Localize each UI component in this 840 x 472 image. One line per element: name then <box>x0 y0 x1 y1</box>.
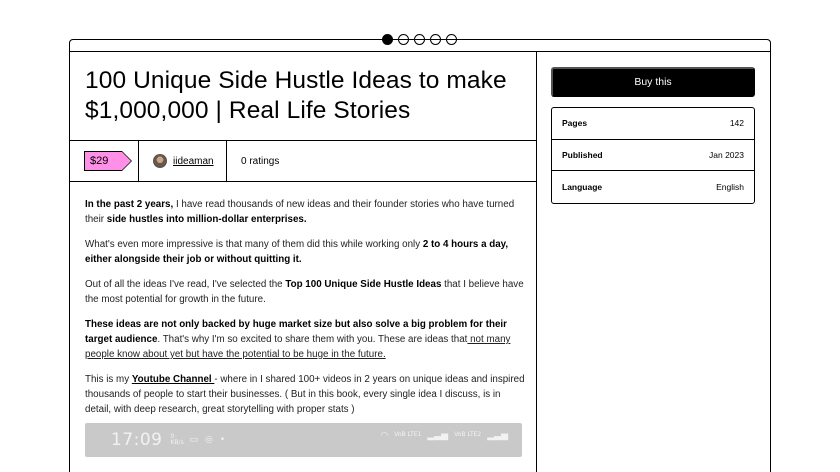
product-info-table: Pages 142 Published Jan 2023 Language En… <box>551 107 755 204</box>
price-label: $29 <box>90 155 109 167</box>
net-speed: 0 KB/s <box>170 433 184 446</box>
info-key: Published <box>562 149 603 160</box>
description-paragraph: These ideas are not only backed by huge … <box>85 317 525 362</box>
info-value: English <box>716 181 744 192</box>
info-key: Pages <box>562 118 588 129</box>
author-link[interactable]: iideaman <box>173 156 214 167</box>
info-value: 142 <box>729 118 744 129</box>
ratings-count: 0 ratings <box>241 155 280 167</box>
status-icons: 0 KB/s ▭ ◎ • <box>171 434 226 446</box>
product-description: In the past 2 years, I have read thousan… <box>85 197 525 427</box>
signal-icon: ▂▃▅ <box>427 431 449 441</box>
price-cell: $29 <box>70 141 139 181</box>
avatar <box>153 154 167 168</box>
divider <box>70 51 770 52</box>
phone-time: 17:09 <box>111 430 163 450</box>
carrier-1: VoB LTE1 <box>394 431 422 438</box>
description-paragraph: In the past 2 years, I have read thousan… <box>85 197 525 227</box>
description-paragraph: This is my Youtube Channel - where in I … <box>85 372 525 417</box>
description-paragraph: Out of all the ideas I've read, I've sel… <box>85 277 525 307</box>
text: What's even more impressive is that many… <box>85 239 423 250</box>
info-row-pages: Pages 142 <box>552 108 754 140</box>
info-row-published: Published Jan 2023 <box>552 140 754 171</box>
youtube-channel-link[interactable]: Youtube Channel <box>132 374 215 385</box>
author-cell: iideaman <box>139 141 227 181</box>
info-value: Jan 2023 <box>709 149 744 160</box>
product-title: 100 Unique Side Hustle Ideas to make $1,… <box>85 67 507 124</box>
carrier-2: VoB LTE2 <box>454 431 482 438</box>
text: . That's why I'm so excited to share the… <box>157 334 468 345</box>
buy-button[interactable]: Buy this <box>551 67 755 97</box>
signal-icon: ▂▃▅ <box>487 431 508 441</box>
wifi-icon: ◠ <box>380 431 389 441</box>
preview-image: 17:09 0 KB/s ▭ ◎ • ◠ VoB LTE1 ▂▃▅ VoB LT… <box>85 423 522 457</box>
price-badge: $29 <box>84 151 132 171</box>
divider <box>536 51 537 472</box>
info-key: Language <box>562 181 603 192</box>
text: This is my <box>85 374 132 385</box>
product-meta-row: $29 iideaman 0 ratings <box>70 140 536 182</box>
dot-icon: • <box>219 435 226 445</box>
description-paragraph: What's even more impressive is that many… <box>85 237 525 267</box>
bold-text: Top 100 Unique Side Hustle Ideas <box>285 279 442 290</box>
gallery-icon: ▭ <box>189 435 199 445</box>
bold-text: In the past 2 years, <box>85 199 174 210</box>
info-row-language: Language English <box>552 171 754 203</box>
bold-text: side hustles into million-dollar enterpr… <box>106 214 307 225</box>
text: Out of all the ideas I've read, I've sel… <box>85 279 286 290</box>
settings-icon: ◎ <box>205 435 213 445</box>
signal-area: ◠ VoB LTE1 ▂▃▅ VoB LTE2 ▂▃▅ <box>380 431 508 441</box>
